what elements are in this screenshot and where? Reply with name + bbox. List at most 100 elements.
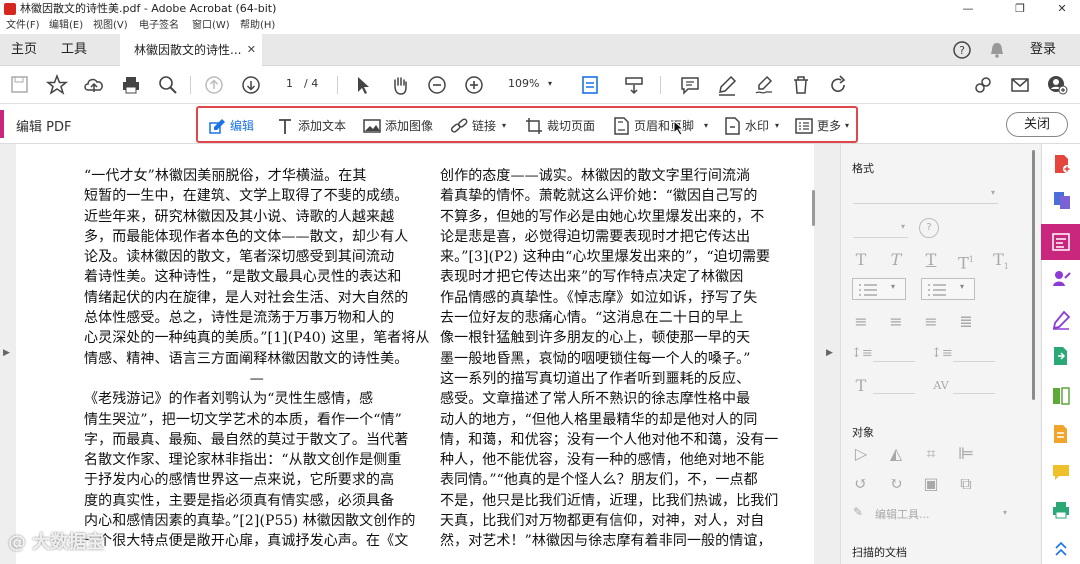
line-spacing-select[interactable] [873,344,915,362]
group-icon[interactable]: ⧉ [956,474,976,494]
font-family-select[interactable] [853,186,998,204]
char-scale-select[interactable] [873,376,915,394]
page-down-icon[interactable] [240,74,262,96]
rotate-right-icon[interactable]: ↻ [886,474,906,494]
left-line: 着诗性美。这种诗性，“是散文最具心灵性的表达和 [84,269,402,286]
request-sign-icon[interactable] [1051,268,1071,288]
hand-icon[interactable] [389,74,411,96]
page-fit-icon[interactable] [579,74,601,96]
char-scale-icon[interactable]: T [851,376,871,396]
organize-pages-icon[interactable] [1051,386,1071,406]
right-line: 表现时才把它传达出来”的写作特点决定了林徽因 [440,269,744,286]
save-icon[interactable] [9,74,31,96]
rotate-icon[interactable] [827,74,849,96]
flip-horizontal-icon[interactable]: ▷ [851,444,871,464]
scan-ocr-icon[interactable] [1051,424,1071,444]
login-button[interactable]: 登录 [1030,34,1056,66]
right-line: 论是悲是喜，必觉得迫切需要表现时才把它传达出 [440,228,751,245]
arrange-icon[interactable]: ⊫ [956,444,976,464]
font-size-select[interactable] [853,220,908,238]
header-footer-label: 页眉和页脚 [634,119,695,133]
bullet-list-select[interactable]: ▾ [852,278,906,300]
panel-scrollbar[interactable] [1032,150,1035,400]
email-icon[interactable] [1009,74,1031,96]
tab-bar: 主页 工具 林徽因散文的诗性... ✕ ? 登录 [0,34,1080,66]
combine-files-icon[interactable] [1052,190,1072,210]
close-window-button[interactable]: ✕ [1044,0,1080,18]
menu-edit[interactable]: 编辑(E) [49,18,83,34]
zoom-dropdown-icon[interactable]: ▾ [548,79,552,88]
delete-icon[interactable] [790,74,812,96]
align-center-icon[interactable]: ≡ [886,312,906,332]
zoom-level[interactable]: 109% [508,77,539,90]
zoom-out-icon[interactable] [426,74,448,96]
menu-view[interactable]: 视图(V) [93,18,128,34]
menu-window[interactable]: 窗口(W) [192,18,230,34]
scroll-mode-icon[interactable] [623,74,645,96]
comment-icon[interactable] [679,74,701,96]
font-help-icon[interactable]: ? [919,218,939,238]
edit-pdf-rail-active[interactable] [1041,224,1080,260]
flip-vertical-icon[interactable]: ◭ [886,444,906,464]
print-production-icon[interactable] [1051,500,1071,520]
subscript-icon[interactable]: T1 [991,250,1011,271]
italic-icon[interactable]: T [886,250,906,270]
fill-sign-icon[interactable] [1051,310,1071,330]
tab-tools[interactable]: 工具 [61,34,87,66]
menu-help[interactable]: 帮助(H) [240,18,275,34]
char-spacing-icon[interactable]: AV [931,376,951,396]
bullet-dropdown-icon: ▾ [891,282,896,291]
sign-pen-icon[interactable] [753,74,775,96]
share-link-icon[interactable] [972,74,994,96]
left-line: 于抒发内心的感情世界这一点来说，它所要求的高 [84,472,395,489]
zoom-in-icon[interactable] [463,74,485,96]
help-icon[interactable]: ? [952,40,972,60]
crop-object-icon[interactable]: ⌗ [921,444,941,464]
user-add-icon[interactable] [1046,74,1068,96]
paragraph-spacing-select[interactable] [953,344,995,362]
create-pdf-icon[interactable] [1052,154,1072,174]
close-edit-button[interactable]: 关闭 [1006,112,1068,137]
star-icon[interactable] [45,73,69,96]
align-left-icon[interactable]: ≡ [851,312,871,332]
print-icon[interactable] [120,74,142,96]
export-pdf-icon[interactable] [1051,346,1071,366]
line-spacing-icon[interactable]: ↕≡ [851,344,873,364]
tab-home[interactable]: 主页 [11,34,37,66]
rail-expand-icon[interactable] [1051,540,1071,560]
pdf-page[interactable]: “一代才女”林徽因美丽脱俗，才华横溢。在其 短暂的一生中，在建筑、文学上取得了不斐… [16,144,814,564]
select-cursor-icon[interactable] [352,74,374,96]
close-tab-icon[interactable]: ✕ [247,34,256,66]
tab-document[interactable]: 林徽因散文的诗性... ✕ [120,34,262,66]
page-up-icon[interactable] [203,74,225,96]
watermark-dropdown-icon: ▾ [775,121,780,130]
rotate-left-icon[interactable]: ↺ [851,474,871,494]
replace-image-icon[interactable]: ▣ [921,474,941,494]
align-right-icon[interactable]: ≡ [921,312,941,332]
zoom-search-icon[interactable] [157,74,179,96]
bell-icon[interactable] [988,41,1006,59]
char-spacing-select[interactable] [953,376,995,394]
left-line: 《老残游记》的作者刘鹗认为“灵性生感情，感 [84,391,374,408]
underline-icon[interactable]: T [921,250,941,270]
align-justify-icon[interactable]: ≣ [956,312,976,332]
highlight-pen-icon[interactable] [716,74,738,96]
object-heading: 对象 [852,426,874,439]
paragraph-spacing-icon[interactable]: ↕≡ [931,344,953,364]
edit-tools-label[interactable]: 编辑工具... [875,506,930,522]
minimize-button[interactable]: — [950,0,986,18]
cloud-upload-icon[interactable] [83,74,105,96]
menu-e-sign[interactable]: 电子签名 [139,18,179,34]
superscript-icon[interactable]: T1 [956,250,976,272]
document-scrollbar[interactable] [812,190,815,226]
current-page[interactable]: 1 [286,77,293,90]
menu-file[interactable]: 文件(F) [6,18,40,34]
right-panel-toggle-icon[interactable]: ▶ [826,348,833,358]
comment-tool-icon[interactable] [1051,462,1071,482]
text-style-icon[interactable]: T [851,250,871,270]
window-title: 林徽因散文的诗性美.pdf - Adobe Acrobat (64-bit) [20,2,277,15]
maximize-button[interactable]: ❐ [1002,0,1038,18]
numbered-list-select[interactable]: ▾ [921,278,975,300]
edit-tools-dropdown-icon: ▾ [1003,508,1008,517]
left-panel-toggle-icon[interactable]: ▶ [3,348,10,358]
